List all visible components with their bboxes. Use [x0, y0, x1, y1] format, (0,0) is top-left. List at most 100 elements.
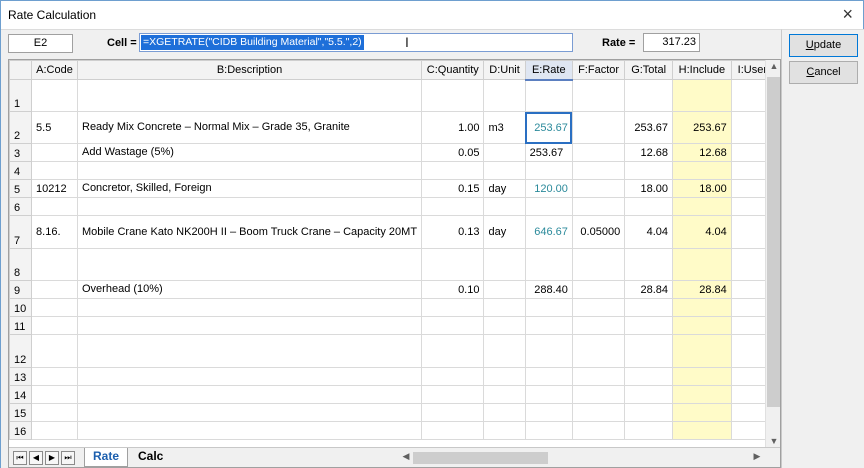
- cell-include[interactable]: [672, 79, 732, 112]
- cell-rate[interactable]: [524, 161, 573, 180]
- first-sheet-icon[interactable]: ⏮: [13, 451, 27, 465]
- cell-quantity[interactable]: 1.00: [421, 111, 485, 144]
- cell-total[interactable]: [624, 298, 674, 317]
- cell-total[interactable]: [624, 421, 674, 440]
- cell-quantity[interactable]: 0.05: [421, 143, 485, 162]
- cell-rate[interactable]: [524, 334, 573, 368]
- cell-code[interactable]: [31, 334, 78, 368]
- close-icon[interactable]: ×: [842, 4, 853, 24]
- cell-quantity[interactable]: [421, 385, 485, 404]
- col-header-e[interactable]: E:Rate: [524, 60, 573, 81]
- cell-reference-box[interactable]: E2: [8, 34, 73, 53]
- cell-description[interactable]: [76, 298, 423, 317]
- cell-rate[interactable]: [524, 298, 573, 317]
- cell-unit[interactable]: [483, 367, 526, 386]
- row-header[interactable]: 8: [9, 248, 33, 281]
- cell-description[interactable]: [76, 367, 423, 386]
- cell-rate[interactable]: [524, 403, 573, 422]
- row-header[interactable]: 6: [9, 197, 33, 216]
- col-header-g[interactable]: G:Total: [624, 60, 674, 80]
- cell-factor[interactable]: 0.05000: [571, 215, 626, 249]
- cell-code[interactable]: 5.5: [31, 111, 78, 144]
- scroll-down-icon[interactable]: ▼: [766, 436, 780, 446]
- col-header-h[interactable]: H:Include: [672, 60, 732, 80]
- cell-factor[interactable]: [571, 197, 626, 216]
- cell-description[interactable]: [76, 79, 423, 112]
- cell-rate[interactable]: [524, 385, 573, 404]
- cell-include[interactable]: 4.04: [672, 215, 732, 249]
- cell-include[interactable]: [672, 334, 732, 368]
- cell-rate[interactable]: [524, 421, 573, 440]
- cell-factor[interactable]: [571, 367, 626, 386]
- col-header-f[interactable]: F:Factor: [571, 60, 626, 80]
- cell-include[interactable]: 28.84: [672, 280, 732, 299]
- cell-description[interactable]: [76, 403, 423, 422]
- cell-rate[interactable]: [524, 316, 573, 335]
- cell-include[interactable]: 12.68: [672, 143, 732, 162]
- cell-factor[interactable]: [571, 334, 626, 368]
- cell-unit[interactable]: [483, 385, 526, 404]
- row-header[interactable]: 12: [9, 334, 33, 368]
- corner-cell[interactable]: [9, 60, 33, 80]
- cell-code[interactable]: 10212: [31, 179, 78, 198]
- cell-total[interactable]: [624, 316, 674, 335]
- cell-rate[interactable]: [524, 248, 573, 281]
- row-header[interactable]: 3: [9, 143, 33, 162]
- cell-description[interactable]: [76, 248, 423, 281]
- cell-code[interactable]: [31, 316, 78, 335]
- cell-quantity[interactable]: [421, 316, 485, 335]
- cell-unit[interactable]: [483, 161, 526, 180]
- cell-quantity[interactable]: [421, 367, 485, 386]
- cell-factor[interactable]: [571, 421, 626, 440]
- cell-unit[interactable]: day: [483, 215, 526, 249]
- cell-total[interactable]: [624, 248, 674, 281]
- cell-quantity[interactable]: 0.15: [421, 179, 485, 198]
- cell-rate[interactable]: [524, 367, 573, 386]
- cell-include[interactable]: [672, 298, 732, 317]
- cell-factor[interactable]: [571, 298, 626, 317]
- col-header-a[interactable]: A:Code: [31, 60, 78, 80]
- cell-unit[interactable]: [483, 79, 526, 112]
- cell-code[interactable]: [31, 143, 78, 162]
- cell-total[interactable]: [624, 385, 674, 404]
- cell-quantity[interactable]: [421, 197, 485, 216]
- cell-description[interactable]: Overhead (10%): [76, 280, 423, 299]
- cell-description[interactable]: Ready Mix Concrete – Normal Mix – Grade …: [76, 111, 423, 144]
- cell-code[interactable]: [31, 403, 78, 422]
- cell-total[interactable]: 4.04: [624, 215, 674, 249]
- cell-include[interactable]: 18.00: [672, 179, 732, 198]
- last-sheet-icon[interactable]: ⏭: [61, 451, 75, 465]
- cell-description[interactable]: [76, 421, 423, 440]
- row-header[interactable]: 2: [9, 111, 33, 144]
- cell-factor[interactable]: [571, 79, 626, 112]
- cell-factor[interactable]: [571, 111, 626, 144]
- row-header[interactable]: 13: [9, 367, 33, 386]
- cell-code[interactable]: [31, 79, 78, 112]
- cell-total[interactable]: [624, 79, 674, 112]
- cell-rate[interactable]: 253.67: [524, 111, 573, 144]
- row-header[interactable]: 4: [9, 161, 33, 180]
- row-header[interactable]: 5: [9, 179, 33, 198]
- cell-include[interactable]: [672, 385, 732, 404]
- cell-description[interactable]: [76, 334, 423, 368]
- cell-unit[interactable]: m3: [483, 111, 526, 144]
- horizontal-scroll-thumb[interactable]: [413, 452, 548, 464]
- cell-total[interactable]: [624, 334, 674, 368]
- vertical-scrollbar[interactable]: ▲ ▼: [765, 60, 780, 447]
- cell-unit[interactable]: day: [483, 179, 526, 198]
- cell-unit[interactable]: [483, 197, 526, 216]
- cell-factor[interactable]: [571, 280, 626, 299]
- cell-code[interactable]: [31, 367, 78, 386]
- cell-quantity[interactable]: [421, 403, 485, 422]
- cell-code[interactable]: [31, 385, 78, 404]
- cell-total[interactable]: [624, 197, 674, 216]
- cell-total[interactable]: 18.00: [624, 179, 674, 198]
- row-header[interactable]: 10: [9, 298, 33, 317]
- cell-description[interactable]: Mobile Crane Kato NK200H II – Boom Truck…: [76, 215, 423, 249]
- formula-input[interactable]: =XGETRATE("CIDB Building Material","5.5.…: [139, 33, 573, 52]
- scroll-right-icon[interactable]: ▶: [749, 451, 765, 462]
- cell-unit[interactable]: [483, 403, 526, 422]
- cell-quantity[interactable]: [421, 248, 485, 281]
- horizontal-scrollbar[interactable]: ◀ ▶: [398, 450, 765, 466]
- cell-quantity[interactable]: [421, 334, 485, 368]
